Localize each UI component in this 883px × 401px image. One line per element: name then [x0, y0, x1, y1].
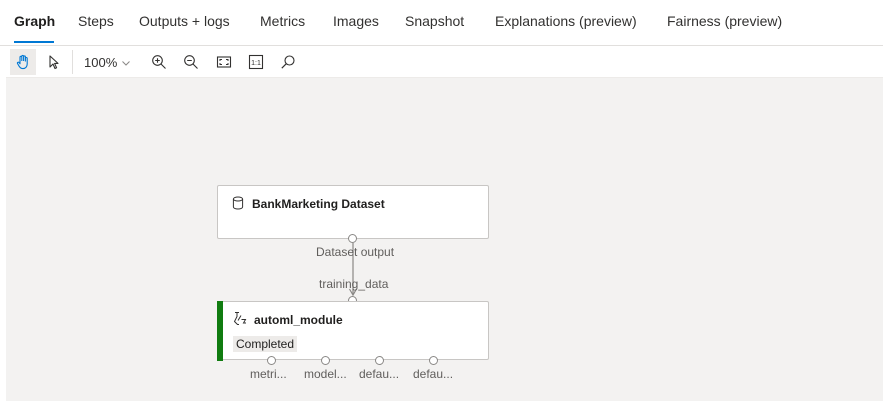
output-port-label: defau... — [359, 367, 400, 381]
chevron-down-icon — [122, 60, 131, 66]
zoom-out-icon — [184, 55, 198, 69]
tab-graph[interactable]: Graph — [14, 13, 55, 29]
hand-icon — [16, 54, 28, 70]
tab-fairness[interactable]: Fairness (preview) — [667, 13, 782, 29]
graph-canvas[interactable]: BankMarketing Dataset Dataset output tra… — [6, 78, 883, 401]
pan-tool-button[interactable] — [10, 49, 36, 75]
automl-module-node[interactable]: automl_module Completed — [217, 301, 489, 361]
zoom-in-icon — [152, 55, 166, 69]
training-data-label: training_data — [319, 277, 389, 291]
fit-screen-icon — [216, 56, 232, 68]
graph-toolbar: 100% 1:1 — [0, 46, 883, 78]
status-badge: Completed — [233, 336, 298, 352]
dataset-node[interactable]: BankMarketing Dataset — [217, 185, 489, 239]
output-port-label: metri... — [250, 367, 287, 381]
fit-to-screen-button[interactable] — [211, 49, 237, 75]
dataset-output-label: Dataset output — [316, 245, 395, 259]
output-port-default-1[interactable] — [375, 356, 384, 365]
database-icon — [232, 196, 244, 210]
tab-images[interactable]: Images — [333, 13, 379, 29]
zoom-in-button[interactable] — [146, 49, 172, 75]
tab-bar: Graph Steps Outputs + logs Metrics Image… — [0, 0, 883, 46]
output-port-label: defau... — [413, 367, 454, 381]
output-port-default-2[interactable] — [429, 356, 438, 365]
tab-steps[interactable]: Steps — [78, 13, 114, 29]
output-port-label: model... — [304, 367, 347, 381]
active-tab-indicator — [14, 41, 54, 43]
dataset-node-title: BankMarketing Dataset — [252, 197, 385, 211]
search-icon — [281, 55, 295, 69]
actual-size-button[interactable]: 1:1 — [243, 49, 269, 75]
zoom-out-button[interactable] — [178, 49, 204, 75]
output-port-model[interactable] — [321, 356, 330, 365]
module-node-title: automl_module — [254, 313, 343, 327]
toolbar-divider — [72, 50, 73, 74]
status-indicator-bar — [217, 301, 223, 361]
output-port-metrics[interactable] — [267, 356, 276, 365]
tab-snapshot[interactable]: Snapshot — [405, 13, 464, 29]
actual-size-label: 1:1 — [251, 60, 261, 67]
search-button[interactable] — [275, 49, 301, 75]
zoom-level-dropdown[interactable]: 100% — [84, 55, 131, 70]
actual-size-icon: 1:1 — [248, 54, 264, 70]
dataset-output-port[interactable] — [348, 234, 357, 243]
tab-outputs-logs[interactable]: Outputs + logs — [139, 13, 230, 29]
zoom-level-value: 100% — [84, 55, 118, 70]
tab-metrics[interactable]: Metrics — [260, 13, 305, 29]
pointer-icon — [49, 55, 59, 70]
module-icon — [233, 312, 247, 325]
select-tool-button[interactable] — [41, 49, 67, 75]
tab-explanations[interactable]: Explanations (preview) — [495, 13, 637, 29]
